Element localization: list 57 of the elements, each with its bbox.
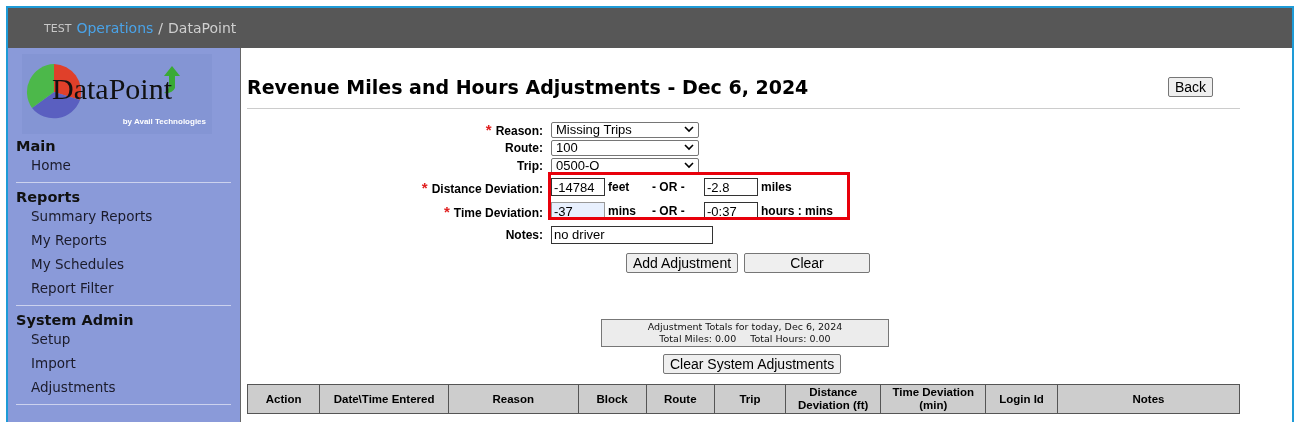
add-adjustment-button[interactable]: Add Adjustment — [626, 253, 739, 273]
unit-label: feet — [608, 180, 631, 194]
logo-tagline: by Avail Technologies — [122, 117, 206, 126]
column-header: Block — [578, 384, 647, 414]
field-label: Time Deviation: — [453, 205, 543, 220]
or-label: - OR - — [652, 204, 686, 218]
column-header: Distance Deviation (ft) — [785, 384, 881, 414]
field-label: Trip: — [517, 158, 543, 173]
unit-label: hours : mins — [761, 204, 833, 218]
total-miles: Total Miles: 0.00 — [659, 333, 737, 345]
chevron-down-icon — [684, 144, 694, 151]
dropdown[interactable]: 0500-O — [551, 157, 699, 174]
required-mark: * — [485, 121, 492, 138]
notes-field[interactable]: no driver — [551, 225, 713, 244]
column-header: Time Deviation (min) — [880, 384, 986, 414]
chevron-down-icon — [684, 126, 694, 133]
breadcrumb-current: DataPoint — [168, 20, 237, 36]
sidebar-heading: System Admin — [16, 311, 135, 328]
field-label: Route: — [505, 140, 543, 155]
field-label: Distance Deviation: — [431, 181, 543, 196]
column-header: Reason — [448, 384, 579, 414]
totals-heading: Adjustment Totals for today, Dec 6, 2024 — [646, 321, 844, 333]
unit-label: miles — [761, 180, 792, 194]
sidebar-heading: Reports — [16, 188, 82, 205]
dropdown[interactable]: Missing Trips — [551, 121, 699, 138]
clear-button[interactable]: Clear — [744, 253, 871, 273]
sidebar-heading: Main — [16, 137, 57, 154]
or-label: - OR - — [652, 180, 686, 194]
column-header: Action — [247, 384, 320, 414]
sidebar-item[interactable]: My Schedules — [16, 253, 240, 277]
column-header: Notes — [1057, 384, 1240, 414]
column-header: Trip — [714, 384, 786, 414]
breadcrumb-separator: / — [158, 20, 164, 36]
chevron-down-icon — [684, 162, 694, 169]
dropdown[interactable]: 100 — [551, 139, 699, 156]
unit-label: mins — [608, 204, 637, 218]
sidebar-item[interactable]: Adjustments — [16, 376, 240, 400]
column-header: Date\Time Entered — [319, 384, 449, 414]
sidebar-item[interactable]: Home — [16, 154, 240, 178]
column-header: Route — [646, 384, 715, 414]
back-button[interactable]: Back — [1167, 77, 1213, 97]
total-hours: Total Hours: 0.00 — [750, 333, 831, 345]
environment-label: TEST — [44, 21, 72, 35]
column-header: Login Id — [985, 384, 1058, 414]
field-label: Reason: — [495, 124, 543, 138]
required-mark: * — [421, 178, 428, 196]
sidebar-item[interactable]: Import — [16, 352, 240, 376]
page-title: Revenue Miles and Hours Adjustments - Dec 6, 2024 — [247, 76, 809, 98]
sidebar-item[interactable]: Setup — [16, 328, 240, 352]
clear-system-adjustments-button[interactable]: Clear System Adjustments — [663, 354, 842, 374]
input-field[interactable]: -14784 — [551, 178, 605, 196]
required-mark: * — [444, 202, 450, 220]
sidebar-item[interactable]: Summary Reports — [16, 205, 240, 229]
sidebar-item[interactable]: My Reports — [16, 229, 240, 253]
sidebar-item[interactable]: Report Filter — [16, 277, 240, 301]
field-label: Notes: — [505, 227, 543, 242]
input-field[interactable]: -2.8 — [704, 178, 758, 196]
